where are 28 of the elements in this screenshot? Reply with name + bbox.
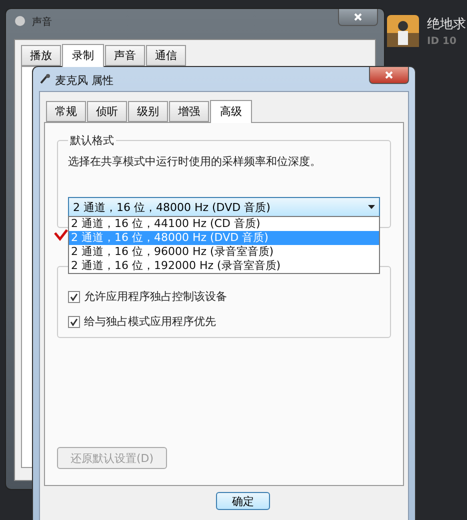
- window-title: 声音: [32, 16, 52, 29]
- ok-button[interactable]: 确定: [216, 492, 270, 510]
- checkbox-label: 允许应用程序独占控制该设备: [84, 289, 227, 304]
- checkbox[interactable]: [68, 316, 80, 328]
- tab[interactable]: 侦听: [87, 101, 127, 122]
- tab[interactable]: 高级: [210, 100, 252, 123]
- group-heading: 默认格式: [69, 133, 115, 148]
- close-icon: [385, 71, 393, 79]
- tab[interactable]: 录制: [62, 44, 104, 67]
- microphone-icon: [39, 73, 51, 85]
- caret-icon: [368, 205, 375, 209]
- tab[interactable]: 通信: [146, 45, 186, 66]
- close-button[interactable]: [369, 67, 409, 84]
- checkmark-icon: [54, 229, 68, 241]
- tab[interactable]: 级别: [128, 101, 168, 122]
- game-title: 绝地求: [427, 16, 466, 33]
- tab[interactable]: 增强: [169, 101, 209, 122]
- tab[interactable]: 播放: [21, 45, 61, 66]
- close-button[interactable]: [338, 9, 378, 26]
- game-id: ID 10: [427, 36, 458, 47]
- description-text: 选择在共享模式中运行时使用的采样频率和位深度。: [68, 154, 322, 169]
- dialog-title: 麦克风 属性: [55, 73, 114, 88]
- checkbox-label: 给与独占模式应用程序优先: [84, 314, 216, 329]
- speaker-icon: [14, 15, 26, 27]
- checkbox[interactable]: [68, 290, 80, 302]
- tab[interactable]: 声音: [105, 45, 145, 66]
- tab[interactable]: 常规: [46, 101, 86, 122]
- close-icon: [354, 13, 362, 21]
